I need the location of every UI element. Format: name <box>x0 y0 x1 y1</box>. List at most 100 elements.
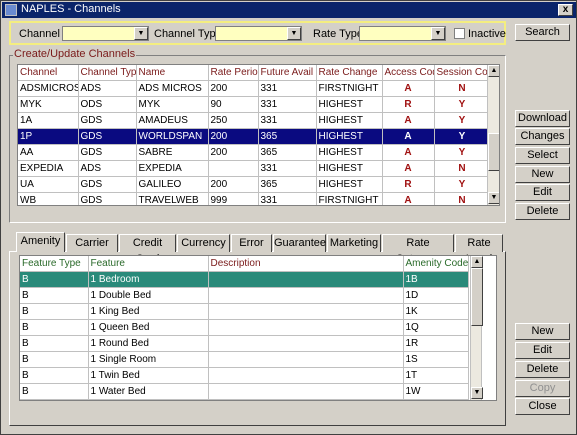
delete-amenity-button[interactable]: Delete <box>515 361 570 378</box>
amenity-col-header[interactable]: Description <box>208 256 404 272</box>
table-cell: A <box>382 112 435 129</box>
table-row[interactable]: B1 Water Bed 1W <box>20 383 469 400</box>
channels-col-header[interactable]: Rate Period <box>208 65 259 81</box>
channels-col-header[interactable]: Session Co <box>434 65 491 81</box>
table-row[interactable]: B1 King Bed 1K <box>20 303 469 320</box>
tab-error[interactable]: Error <box>231 234 272 252</box>
new-amenity-button[interactable]: New <box>515 323 570 340</box>
table-cell: 200 <box>208 128 259 145</box>
table-cell: 331 <box>258 192 317 205</box>
table-row[interactable]: ADSMICROS ADS ADS MICROS 200 331 FIRSTNIGHT A N <box>18 80 491 97</box>
search-button[interactable]: Search <box>515 24 570 41</box>
tab-carrier[interactable]: Carrier <box>66 234 118 252</box>
table-row[interactable]: AA GDS SABRE 200 365 HIGHEST A Y <box>18 144 491 161</box>
tab-currency[interactable]: Currency <box>177 234 230 252</box>
filter-bar: Channel ▼ Channel Type ▼ Rate Type ▼ Ina… <box>9 21 506 45</box>
tab-rate-level[interactable]: Rate Level <box>455 234 503 265</box>
channel-label: Channel <box>19 28 60 40</box>
table-cell: N <box>434 80 491 97</box>
table-cell: B <box>20 351 89 368</box>
amenity-col-header[interactable]: Feature Type <box>20 256 89 272</box>
chevron-down-icon[interactable]: ▼ <box>134 27 148 40</box>
table-cell: 90 <box>208 96 259 113</box>
channels-col-header[interactable]: Name <box>136 65 209 81</box>
channels-vertical-scrollbar[interactable]: ▲ ▼ <box>487 65 499 205</box>
amenity-col-header[interactable]: Feature <box>88 256 209 272</box>
amenity-vertical-scrollbar[interactable]: ▲ ▼ <box>470 256 483 400</box>
table-row[interactable]: WB GDS TRAVELWEB 999 331 FIRSTNIGHT A N <box>18 192 491 205</box>
tab-guarantee[interactable]: Guarantee <box>273 234 326 252</box>
channel-combo[interactable]: ▼ <box>62 26 149 41</box>
close-button[interactable]: Close <box>515 398 570 415</box>
table-cell: 200 <box>208 80 259 97</box>
table-row[interactable]: B1 Round Bed 1R <box>20 335 469 352</box>
chevron-down-icon[interactable]: ▼ <box>287 27 301 40</box>
table-cell: B <box>20 287 89 304</box>
tab-credit-card[interactable]: Credit Card <box>119 234 176 265</box>
table-row[interactable]: B1 Single Room 1S <box>20 351 469 368</box>
table-cell: A <box>382 128 435 145</box>
table-cell: GDS <box>78 192 137 205</box>
inactive-checkbox[interactable] <box>454 28 465 39</box>
table-cell: A <box>382 144 435 161</box>
table-row[interactable]: B1 Twin Bed 1T <box>20 367 469 384</box>
tab-rate-category[interactable]: Rate Category <box>382 234 454 265</box>
table-cell: ADS <box>78 80 137 97</box>
edit-channel-button[interactable]: Edit <box>515 184 570 201</box>
table-cell: Y <box>434 128 491 145</box>
scroll-down-icon[interactable]: ▼ <box>471 387 483 399</box>
table-cell <box>208 303 404 320</box>
select-button[interactable]: Select <box>515 147 570 164</box>
table-row[interactable]: B1 Queen Bed 1Q <box>20 319 469 336</box>
close-window-button[interactable]: x <box>558 4 573 16</box>
table-row[interactable]: 1A GDS AMADEUS 250 331 HIGHEST A Y <box>18 112 491 129</box>
table-row[interactable]: MYK ODS MYK 90 331 HIGHEST R Y <box>18 96 491 113</box>
scroll-up-icon[interactable]: ▲ <box>471 256 483 268</box>
channels-col-header[interactable]: Channel <box>18 65 79 81</box>
table-cell: GDS <box>78 112 137 129</box>
table-cell: ODS <box>78 96 137 113</box>
channel-type-combo[interactable]: ▼ <box>215 26 302 41</box>
table-cell: WORLDSPAN <box>136 128 209 145</box>
new-channel-button[interactable]: New <box>515 166 570 183</box>
table-row[interactable]: EXPEDIA ADS EXPEDIA 331 HIGHEST A N <box>18 160 491 177</box>
table-cell: 1 Twin Bed <box>88 367 209 384</box>
table-row[interactable]: UA GDS GALILEO 200 365 HIGHEST R Y <box>18 176 491 193</box>
group-label: Create/Update Channels <box>13 48 137 60</box>
scroll-thumb[interactable] <box>488 133 499 171</box>
scroll-thumb[interactable] <box>471 268 483 326</box>
changes-button[interactable]: Changes <box>515 128 570 145</box>
table-cell: 200 <box>208 176 259 193</box>
delete-channel-button[interactable]: Delete <box>515 203 570 220</box>
table-cell: N <box>434 192 491 205</box>
scroll-up-icon[interactable]: ▲ <box>488 65 499 77</box>
channels-col-header[interactable]: Future Avail D <box>258 65 317 81</box>
amenity-col-header[interactable]: Amenity Code <box>403 256 469 272</box>
channels-col-header[interactable]: Access Cod <box>382 65 435 81</box>
tab-marketing[interactable]: Marketing <box>327 234 381 252</box>
table-row[interactable]: 1P GDS WORLDSPAN 200 365 HIGHEST A Y <box>18 128 491 145</box>
table-cell <box>208 351 404 368</box>
channels-col-header[interactable]: Channel Type <box>78 65 137 81</box>
download-button[interactable]: Download <box>515 110 570 127</box>
table-row[interactable]: B1 Bedroom 1B <box>20 271 469 288</box>
table-cell <box>208 335 404 352</box>
table-cell: MYK <box>18 96 79 113</box>
edit-amenity-button[interactable]: Edit <box>515 342 570 359</box>
table-cell: ADSMICROS <box>18 80 79 97</box>
table-cell: 1B <box>403 271 469 288</box>
table-cell: 1 Single Room <box>88 351 209 368</box>
table-cell: 1 Bedroom <box>88 271 209 288</box>
channels-col-header[interactable]: Rate Change <box>316 65 383 81</box>
tab-amenity[interactable]: Amenity <box>16 232 65 252</box>
table-row[interactable]: B1 Double Bed 1D <box>20 287 469 304</box>
table-cell: MYK <box>136 96 209 113</box>
table-cell: FIRSTNIGHT <box>316 80 383 97</box>
chevron-down-icon[interactable]: ▼ <box>431 27 445 40</box>
table-cell: A <box>382 80 435 97</box>
channels-header-row: ChannelChannel TypeNameRate PeriodFuture… <box>18 65 491 81</box>
rate-type-combo[interactable]: ▼ <box>359 26 446 41</box>
table-cell: B <box>20 271 89 288</box>
scroll-down-icon[interactable]: ▼ <box>488 192 499 204</box>
copy-button[interactable]: Copy <box>515 380 570 397</box>
